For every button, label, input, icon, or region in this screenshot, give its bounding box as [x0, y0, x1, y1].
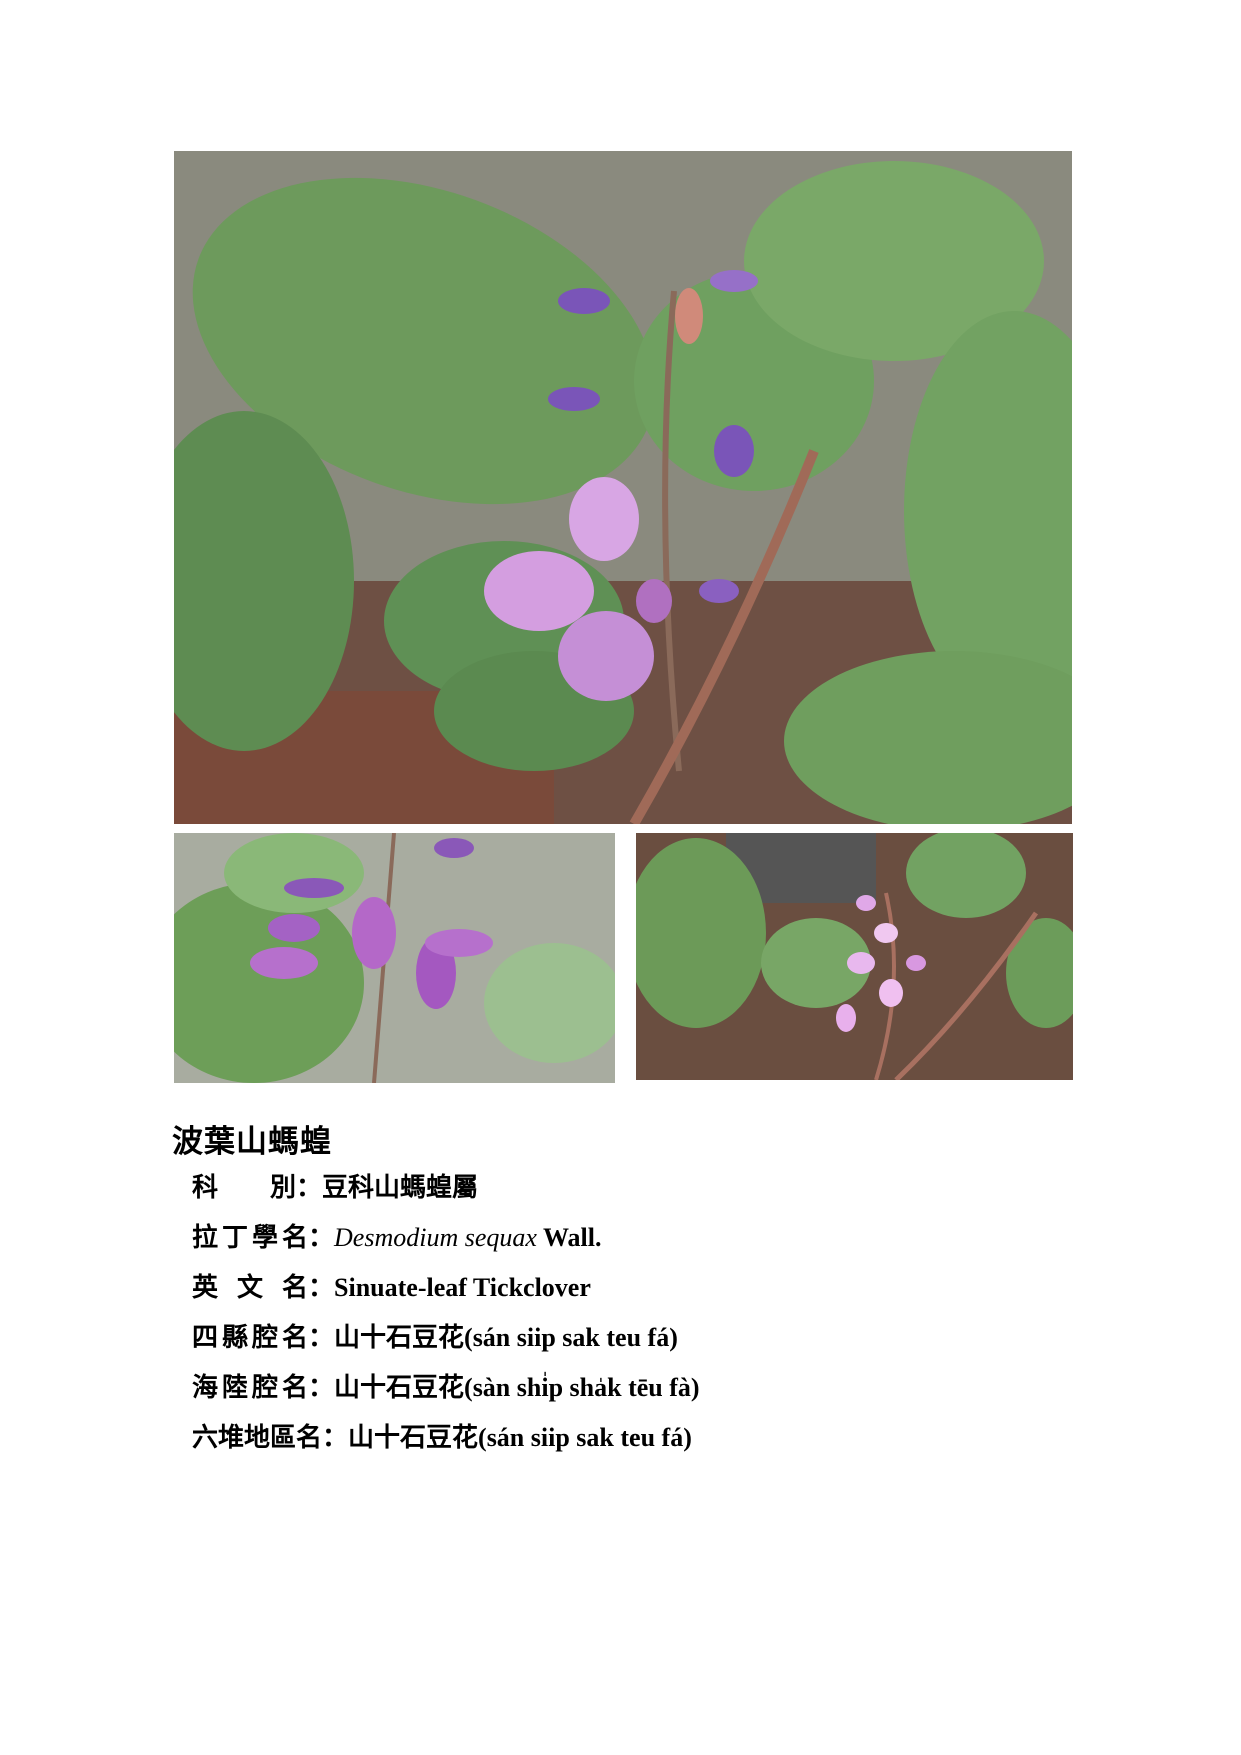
detail-photo-right-image	[636, 833, 1073, 1080]
colon: ：	[322, 1423, 349, 1453]
hailu-name-romanization: (sàn shi̍p sha̍k tēu fà)	[464, 1373, 700, 1402]
family-label: 科 別	[192, 1173, 297, 1203]
sixian-name-label: 四縣腔名	[192, 1323, 308, 1353]
plant-title: 波葉山螞蝗	[172, 1124, 332, 1160]
colon: ：	[308, 1323, 335, 1353]
family-value: 豆科山螞蝗屬	[322, 1173, 479, 1203]
english-name-row: 英 文 名：Sinuate-leaf Tickclover	[192, 1263, 700, 1313]
colon: ：	[296, 1173, 323, 1203]
latin-name-author: Wall.	[536, 1223, 602, 1252]
sixian-name-romanization: (sán siip sak teu fá)	[464, 1323, 678, 1352]
sixian-name-zh: 山十石豆花	[334, 1323, 465, 1353]
hailu-name-row: 海陸腔名：山十石豆花(sàn shi̍p sha̍k tēu fà)	[192, 1363, 700, 1413]
hailu-name-zh: 山十石豆花	[334, 1373, 465, 1403]
liudui-name-label: 六堆地區名	[192, 1423, 323, 1453]
english-name-label: 英 文 名	[192, 1273, 308, 1303]
hailu-name-label: 海陸腔名	[192, 1373, 308, 1403]
plant-info: 科 別：豆科山螞蝗屬 拉丁學名：Desmodium sequax Wall. 英…	[192, 1163, 700, 1463]
family-row: 科 別：豆科山螞蝗屬	[192, 1163, 700, 1213]
main-photo	[174, 151, 1072, 824]
liudui-name-zh: 山十石豆花	[348, 1423, 479, 1453]
detail-photo-left	[174, 833, 615, 1083]
latin-name-italic: Desmodium sequax	[334, 1223, 537, 1252]
detail-photo-left-image	[174, 833, 615, 1083]
colon: ：	[308, 1223, 335, 1253]
liudui-name-row: 六堆地區名：山十石豆花(sán siip sak teu fá)	[192, 1413, 700, 1463]
sixian-name-row: 四縣腔名：山十石豆花(sán siip sak teu fá)	[192, 1313, 700, 1363]
main-photo-image	[174, 151, 1072, 824]
latin-name-row: 拉丁學名：Desmodium sequax Wall.	[192, 1213, 700, 1263]
latin-name-label: 拉丁學名	[192, 1223, 308, 1253]
english-name-value: Sinuate-leaf Tickclover	[334, 1273, 591, 1302]
colon: ：	[308, 1273, 335, 1303]
liudui-name-romanization: (sán siip sak teu fá)	[478, 1423, 692, 1452]
detail-photo-right	[636, 833, 1073, 1080]
colon: ：	[308, 1373, 335, 1403]
